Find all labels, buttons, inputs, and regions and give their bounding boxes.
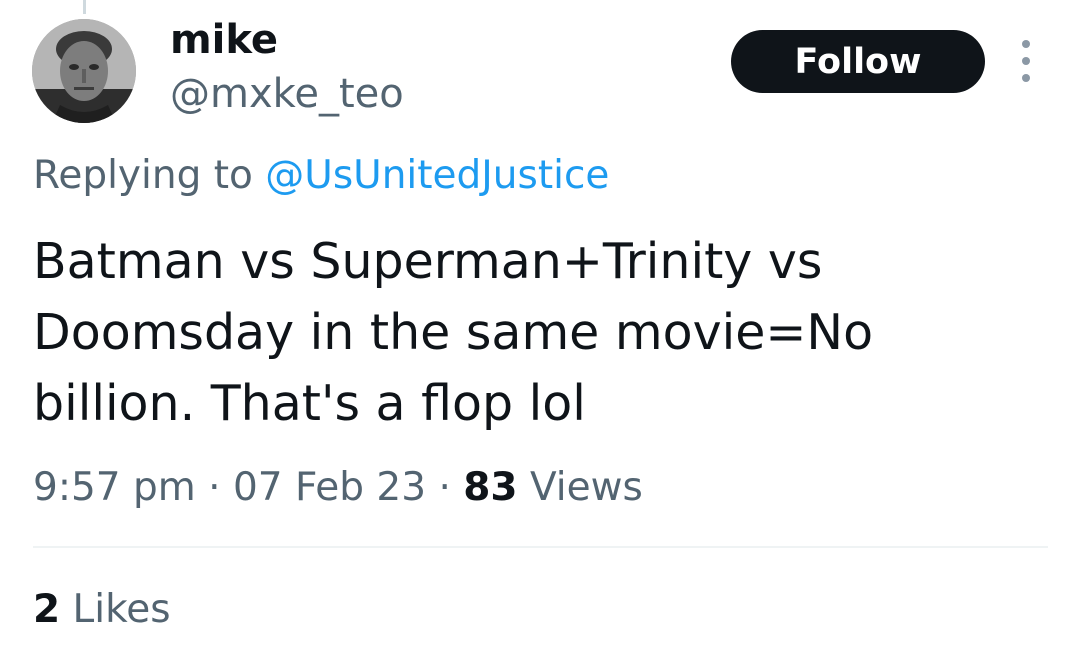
reply-prefix: Replying to <box>33 153 253 198</box>
views-label <box>518 465 530 510</box>
views-count: 83 <box>463 465 518 510</box>
views-label-text: Views <box>529 465 643 510</box>
reply-context: Replying to @UsUnitedJustice <box>33 150 609 202</box>
meta-separator: · <box>438 465 451 510</box>
portrait-avatar-icon <box>32 19 136 123</box>
tweet-text: Batman vs Superman+Trinity vs Doomsday i… <box>33 233 874 432</box>
avatar[interactable] <box>32 19 136 123</box>
ellipsis-dot <box>1022 57 1030 65</box>
ellipsis-dot <box>1022 74 1030 82</box>
divider <box>33 546 1048 548</box>
tweet-meta: 9:57 pm · 07 Feb 23 · 83 Views <box>33 462 643 514</box>
likes-stat[interactable]: 2 Likes <box>33 584 171 636</box>
follow-button[interactable]: Follow <box>731 30 985 93</box>
reply-mention-link[interactable]: @UsUnitedJustice <box>265 153 609 198</box>
tweet-time[interactable]: 9:57 pm <box>33 465 196 510</box>
likes-label: Likes <box>72 587 171 632</box>
tweet-date[interactable]: 07 Feb 23 <box>233 465 426 510</box>
thread-connector-line <box>83 0 86 14</box>
ellipsis-dot <box>1022 40 1030 48</box>
likes-count: 2 <box>33 587 61 632</box>
vertical-ellipsis-icon[interactable] <box>1014 40 1038 82</box>
author-handle[interactable]: @mxke_teo <box>170 68 404 120</box>
meta-separator: · <box>208 465 221 510</box>
author-display-name[interactable]: mike <box>170 14 278 66</box>
